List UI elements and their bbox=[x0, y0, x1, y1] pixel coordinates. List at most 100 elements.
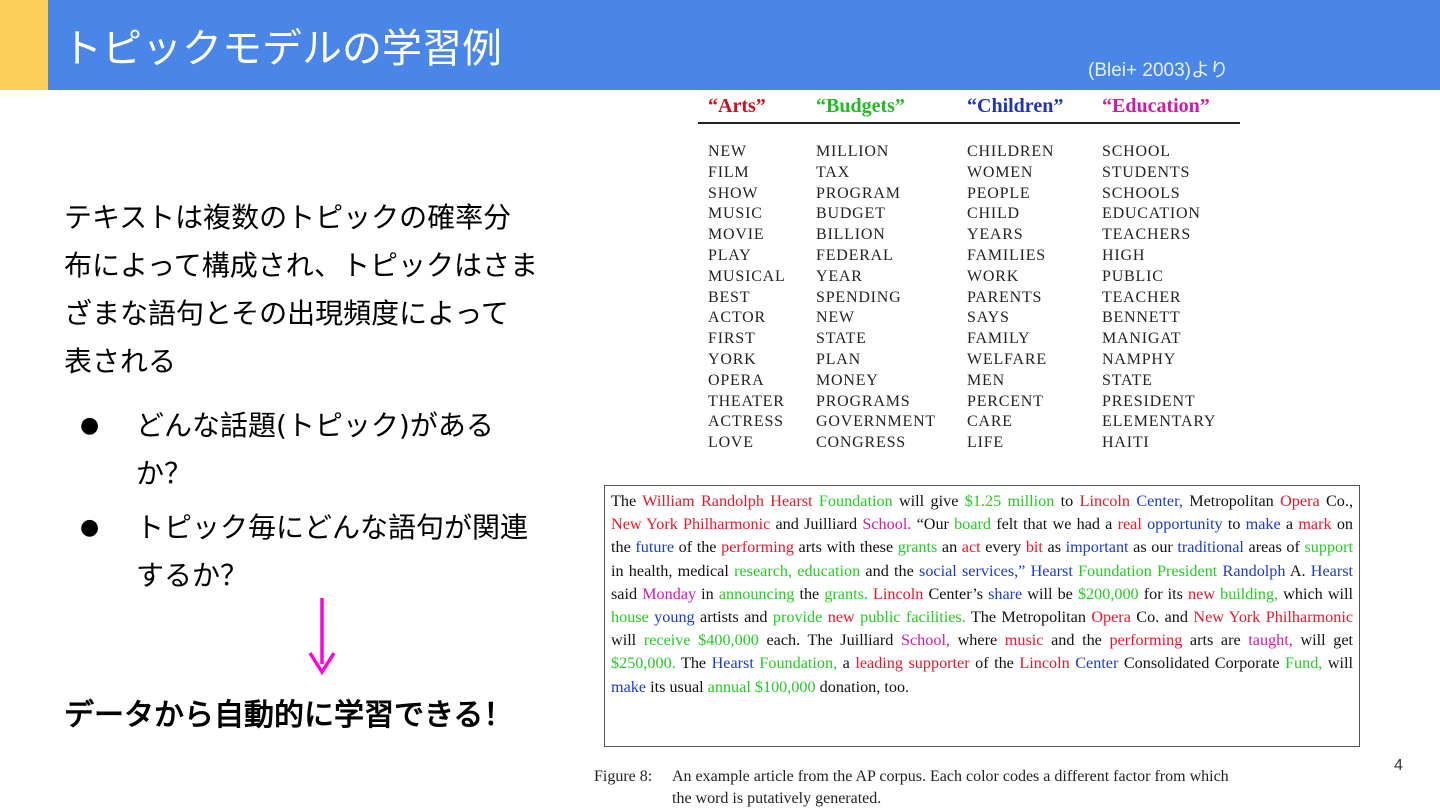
topic-word: SCHOOL bbox=[1102, 143, 1171, 160]
article-token: music bbox=[1004, 631, 1044, 650]
article-token: public facilities. bbox=[860, 608, 966, 627]
topic-word: CHILDREN bbox=[967, 143, 1055, 160]
topic-word: CONGRESS bbox=[816, 434, 906, 452]
topic-word: LOVE bbox=[708, 434, 754, 452]
article-token: $100,000 bbox=[754, 677, 816, 696]
article-token: Fund, bbox=[1285, 654, 1323, 673]
bullet-dot-icon: ● bbox=[80, 515, 100, 540]
article-token: $200,000 bbox=[1077, 584, 1139, 603]
topic-word: LIFE bbox=[967, 434, 1004, 452]
article-token: arts are bbox=[1182, 631, 1249, 650]
topic-word: TEACHERS bbox=[1102, 226, 1192, 244]
figure-caption: Figure 8: An example article from the AP … bbox=[594, 766, 1354, 810]
topic-word: STATE bbox=[1102, 371, 1153, 389]
article-token: New York Philharmonic bbox=[611, 515, 771, 534]
article-token: mark bbox=[1298, 515, 1332, 534]
slide-title: トピックモデルの学習例 bbox=[62, 26, 502, 72]
topic-word: FEDERAL bbox=[816, 246, 894, 264]
topic-word: GOVERNMENT bbox=[816, 413, 936, 431]
topic-word-columns: NEW FILM SHOW MUSIC MOVIE PLAY MUSICAL BEST ACTO… bbox=[698, 142, 1240, 462]
article-token: New York Philharmonic bbox=[1193, 608, 1354, 627]
article-token: Lincoln bbox=[1079, 492, 1130, 510]
topic-word: FILM bbox=[708, 163, 750, 181]
bullet-line: するか？ bbox=[136, 559, 249, 592]
article-token: social services,” bbox=[919, 561, 1026, 580]
article-token: felt that we had a bbox=[991, 515, 1118, 534]
article-token: William Randolph Hearst bbox=[642, 492, 813, 510]
topic-word: ACTOR bbox=[708, 309, 766, 327]
topic-word: BILLION bbox=[816, 226, 886, 244]
article-token: traditional bbox=[1177, 538, 1244, 557]
article-token: where bbox=[950, 631, 1005, 650]
article-token: every bbox=[980, 538, 1026, 557]
article-token: Hearst bbox=[1030, 561, 1073, 580]
page-number: 4 bbox=[1394, 757, 1403, 774]
bullet-line: か？ bbox=[136, 457, 193, 490]
article-token: will give bbox=[892, 492, 965, 510]
article-token: Monday bbox=[642, 584, 697, 603]
article-token: grants. bbox=[824, 584, 868, 603]
bullet-dot-icon: ● bbox=[80, 413, 100, 438]
article-token: Co. and bbox=[1130, 608, 1194, 627]
article-token: important bbox=[1065, 538, 1129, 557]
bullet-line: どんな話題(トピック)がある bbox=[136, 409, 494, 442]
conclusion-text: データから自動的に学習できる！ bbox=[64, 698, 514, 733]
article-token: in health, medical bbox=[611, 561, 735, 580]
topic-word: THEATER bbox=[708, 392, 785, 410]
topic-word: PEOPLE bbox=[967, 184, 1031, 202]
article-token: leading bbox=[855, 654, 903, 673]
topic-word: BEST bbox=[708, 288, 751, 306]
article-token: new bbox=[827, 608, 855, 627]
topic-word: SPENDING bbox=[816, 288, 902, 306]
article-token: share bbox=[988, 584, 1023, 603]
topic-word: FAMILIES bbox=[967, 246, 1046, 264]
article-token: bit bbox=[1025, 538, 1043, 557]
article-token: building, bbox=[1220, 584, 1279, 603]
topic-word: MUSICAL bbox=[708, 267, 786, 285]
topic-header: “Education” bbox=[1102, 95, 1210, 117]
article-token: supporter bbox=[908, 654, 970, 673]
article-token: and Juilliard bbox=[770, 515, 863, 534]
topic-word: MUSIC bbox=[708, 205, 763, 223]
topic-word: MILLION bbox=[816, 143, 890, 160]
article-token: which will bbox=[1278, 584, 1354, 603]
article-token: $1.25 million bbox=[964, 492, 1055, 510]
topic-word: STATE bbox=[816, 330, 867, 348]
article-token: support bbox=[1304, 538, 1354, 557]
article-token: its usual bbox=[646, 677, 708, 696]
article-token: Co., bbox=[1319, 492, 1353, 510]
para-line: 表される bbox=[64, 345, 177, 378]
topic-table-header: “Arts” “Budgets” “Children” “Education” bbox=[698, 92, 1240, 124]
article-token: $400,000 bbox=[698, 631, 759, 650]
topic-column: NEW FILM SHOW MUSIC MOVIE PLAY MUSICAL BEST ACTO… bbox=[708, 142, 786, 454]
article-token: Opera bbox=[1280, 492, 1320, 510]
article-token: School. bbox=[862, 515, 912, 534]
topic-word: YEAR bbox=[816, 267, 863, 285]
topic-word: PROGRAM bbox=[816, 184, 901, 202]
para-line: テキストは複数のトピックの確率分 bbox=[64, 201, 512, 234]
article-token: a bbox=[1280, 515, 1299, 534]
article-token: “Our bbox=[911, 515, 955, 534]
article-token: areas of bbox=[1243, 538, 1305, 557]
topic-word: PARENTS bbox=[967, 288, 1043, 306]
article-token: receive bbox=[643, 631, 691, 650]
article-token: house bbox=[611, 608, 649, 627]
article-token: future bbox=[635, 538, 675, 557]
topic-word: MOVIE bbox=[708, 226, 765, 244]
article-token: to bbox=[1222, 515, 1246, 534]
topic-word: ACTRESS bbox=[708, 413, 784, 431]
article-token: for its bbox=[1138, 584, 1189, 603]
topic-word: PERCENT bbox=[967, 392, 1044, 410]
article-token: will get bbox=[1292, 631, 1354, 650]
article-token: The bbox=[611, 492, 643, 510]
bullet-item: ● トピック毎にどんな語句が関連 するか？ bbox=[76, 504, 596, 600]
topic-word: NAMPHY bbox=[1102, 350, 1177, 368]
topic-word: FAMILY bbox=[967, 330, 1031, 348]
topic-word: WOMEN bbox=[967, 163, 1034, 181]
article-token: provide bbox=[772, 608, 823, 627]
article-token: Lincoln bbox=[1019, 654, 1070, 673]
topic-word: TAX bbox=[816, 163, 851, 181]
article-token: Center’s bbox=[923, 584, 989, 603]
article-token: Hearst bbox=[711, 654, 754, 673]
article-token: will bbox=[611, 631, 644, 650]
